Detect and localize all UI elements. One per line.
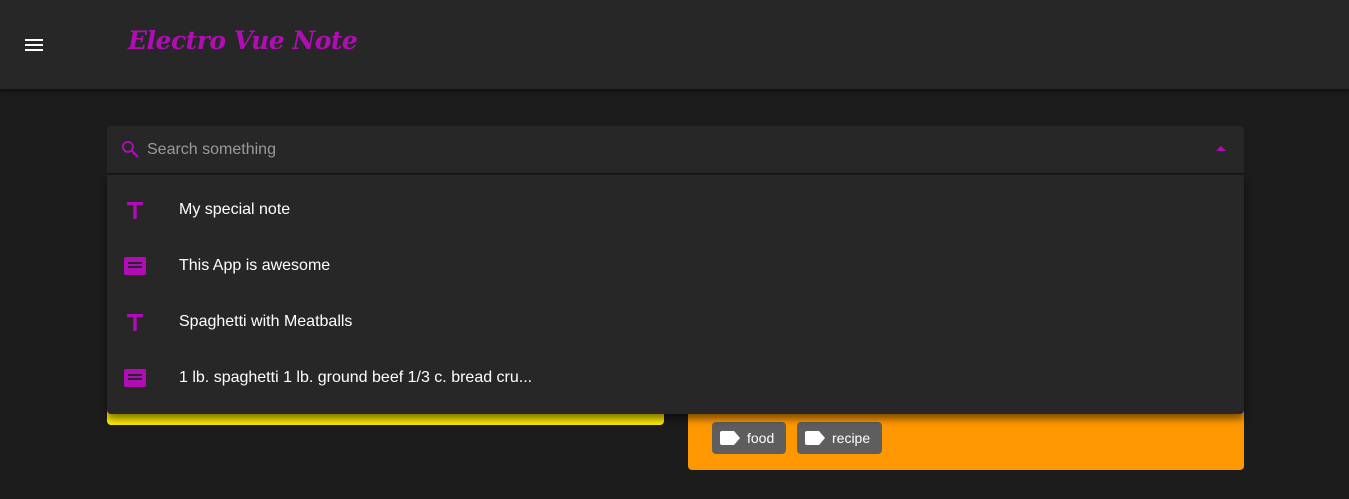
- search-icon: [120, 139, 140, 164]
- subject-icon: [123, 366, 147, 390]
- search-autocomplete[interactable]: [107, 126, 1244, 174]
- title-icon: [123, 310, 147, 334]
- label-icon: [720, 431, 740, 445]
- label-icon: [805, 431, 825, 445]
- search-result-label: This App is awesome: [179, 257, 331, 274]
- search-input[interactable]: [147, 126, 1187, 173]
- tag-chip-label: food: [747, 430, 775, 446]
- app-bar: Electro Vue Note: [0, 0, 1349, 89]
- search-result-label: 1 lb. spaghetti 1 lb. ground beef 1/3 c.…: [179, 369, 533, 386]
- caret-up-icon[interactable]: [1216, 146, 1226, 151]
- search-result-item[interactable]: This App is awesome: [107, 238, 1244, 294]
- search-results-menu: My special note This App is awesome Spag…: [107, 175, 1244, 414]
- tag-chip-recipe[interactable]: recipe: [797, 422, 883, 454]
- app-title: Electro Vue Note: [128, 26, 358, 55]
- subject-icon: [123, 254, 147, 278]
- search-result-label: Spaghetti with Meatballs: [179, 313, 353, 330]
- menu-icon: [25, 39, 43, 51]
- tag-chip-label: recipe: [832, 430, 871, 446]
- search-result-item[interactable]: 1 lb. spaghetti 1 lb. ground beef 1/3 c.…: [107, 350, 1244, 406]
- title-icon: [123, 198, 147, 222]
- tag-chip-food[interactable]: food: [712, 422, 787, 454]
- menu-button[interactable]: [18, 29, 50, 61]
- search-result-label: My special note: [179, 201, 291, 218]
- search-result-item[interactable]: Spaghetti with Meatballs: [107, 294, 1244, 350]
- search-result-item[interactable]: My special note: [107, 182, 1244, 238]
